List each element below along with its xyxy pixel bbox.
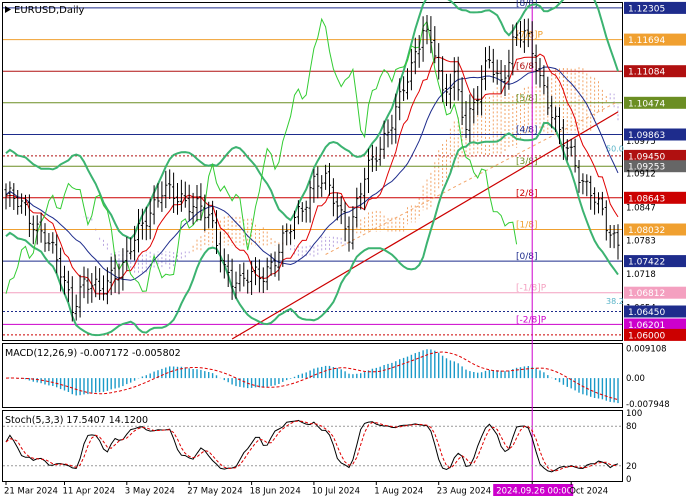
- macd-tick-label: 0.00: [626, 374, 645, 384]
- symbol-label: EURUSD,Daily: [14, 5, 85, 16]
- date-highlight-label: 2024.09.26 00:00: [496, 487, 572, 497]
- date-label: 23 Aug 2024: [437, 487, 491, 497]
- stoch-tick-label: 0: [626, 475, 631, 485]
- stoch-tick-label: 80: [626, 422, 637, 432]
- murrey-label: [1/8]: [516, 221, 538, 231]
- price-box-label: 1.06812: [628, 289, 665, 299]
- price-box-label: 1.06000: [628, 331, 665, 341]
- date-label: 21 Mar 2024: [4, 487, 58, 497]
- chart: [8/8][7/8]P[6/8][5/8][4/8][3/8][2/8][1/8…: [0, 0, 700, 500]
- date-label: Oct 2024: [569, 487, 608, 497]
- price-box-label: 1.08032: [628, 226, 665, 236]
- price-tick-label: 1.0718: [626, 270, 656, 280]
- price-box-label: 1.11694: [628, 36, 665, 46]
- date-label: 10 Jul 2024: [312, 487, 360, 497]
- price-box-label: 1.06450: [628, 308, 665, 318]
- price-box-label: 1.09863: [628, 131, 665, 141]
- murrey-label: [6/8]: [516, 62, 538, 72]
- date-label: 27 May 2024: [187, 487, 242, 497]
- price-tick-label: 1.0912: [626, 170, 656, 180]
- stoch-tick-label: 100: [626, 409, 642, 419]
- murrey-label: [4/8]: [516, 126, 538, 136]
- murrey-label: [5/8]: [516, 94, 538, 104]
- price-box-label: 1.07422: [628, 258, 665, 268]
- date-label: 3 May 2024: [125, 487, 175, 497]
- murrey-label: [0/8]: [516, 252, 538, 262]
- date-label: 1 Aug 2024: [374, 487, 423, 497]
- price-box-label: 1.12305: [628, 4, 665, 14]
- date-label: 18 Jun 2024: [250, 487, 301, 497]
- price-box-label: 1.10474: [628, 99, 665, 109]
- murrey-label: [-2/8]P: [516, 315, 547, 325]
- murrey-label: [-1/8]P: [516, 284, 547, 294]
- stoch-tick-label: 20: [626, 462, 637, 472]
- price-box-label: 1.11084: [628, 68, 665, 78]
- date-label: 11 Apr 2024: [63, 487, 116, 497]
- macd-tick-label: 0.009108: [626, 344, 667, 354]
- price-tick-label: 1.0847: [626, 203, 656, 213]
- stoch-label: Stoch(5,3,3) 17.5407 14.1200: [5, 415, 148, 426]
- price-tick-label: 1.0783: [626, 237, 656, 247]
- murrey-label: [2/8]: [516, 189, 538, 199]
- fib-label: 38.2: [606, 297, 624, 306]
- macd-label: MACD(12,26,9) -0.007172 -0.005802: [5, 348, 181, 359]
